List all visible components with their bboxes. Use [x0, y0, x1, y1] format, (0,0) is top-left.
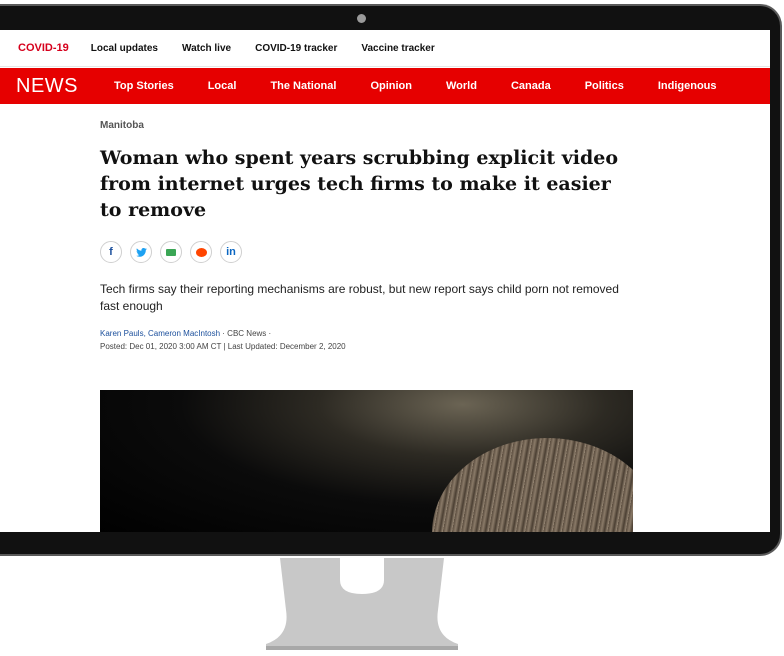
article-dek: Tech firms say their reporting mechanism…: [100, 282, 619, 313]
nav-item-canada[interactable]: Canada: [511, 80, 551, 92]
nav-item-the-national[interactable]: The National: [270, 80, 336, 92]
nav-item-top-stories[interactable]: Top Stories: [114, 80, 174, 92]
news-logo[interactable]: NEWS: [16, 75, 78, 98]
browser-screen: COVID-19 Local updates Watch live COVID-…: [0, 30, 770, 532]
article: Manitoba Woman who spent years scrubbing…: [100, 120, 640, 353]
share-row: f in: [100, 241, 640, 263]
nav-item-world[interactable]: World: [446, 80, 477, 92]
nav-item-opinion[interactable]: Opinion: [370, 80, 412, 92]
main-nav: NEWS Top Stories Local The National Opin…: [0, 68, 770, 104]
reddit-icon[interactable]: [190, 241, 212, 263]
twitter-bird-icon: [135, 247, 147, 257]
envelope-shape: [166, 248, 176, 256]
facebook-icon[interactable]: f: [100, 241, 122, 263]
byline-outlet: · CBC News ·: [220, 329, 272, 338]
photo-subject-hair: [432, 438, 633, 532]
email-icon[interactable]: [160, 241, 182, 263]
covid-link-tracker[interactable]: COVID-19 tracker: [255, 43, 337, 54]
nav-item-politics[interactable]: Politics: [585, 80, 624, 92]
camera-icon: [357, 14, 366, 23]
byline-dates: Posted: Dec 01, 2020 3:00 AM CT | Last U…: [100, 342, 346, 351]
byline-authors[interactable]: Karen Pauls, Cameron MacIntosh: [100, 329, 220, 338]
section-label[interactable]: Manitoba: [100, 120, 640, 131]
covid-bar: COVID-19 Local updates Watch live COVID-…: [0, 30, 770, 67]
covid-link-watch-live[interactable]: Watch live: [182, 43, 231, 54]
covid-label[interactable]: COVID-19: [18, 42, 69, 54]
nav-item-indigenous[interactable]: Indigenous: [658, 80, 717, 92]
covid-link-vaccine-tracker[interactable]: Vaccine tracker: [361, 43, 434, 54]
nav-item-local[interactable]: Local: [208, 80, 237, 92]
article-headline: Woman who spent years scrubbing explicit…: [100, 147, 619, 221]
linkedin-icon[interactable]: in: [220, 241, 242, 263]
twitter-icon[interactable]: [130, 241, 152, 263]
byline: Karen Pauls, Cameron MacIntosh · CBC New…: [100, 327, 640, 353]
covid-link-local-updates[interactable]: Local updates: [91, 43, 158, 54]
monitor-stand: [266, 558, 458, 650]
reddit-shape: [195, 247, 207, 257]
article-photo: [100, 390, 633, 532]
